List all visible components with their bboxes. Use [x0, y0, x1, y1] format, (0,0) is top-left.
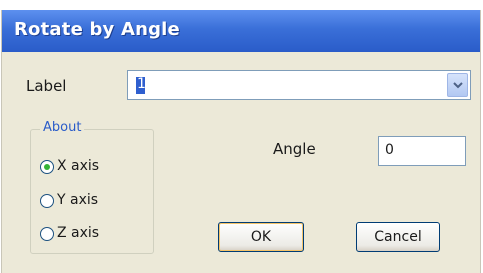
chevron-down-icon — [453, 82, 463, 89]
about-groupbox-legend: About — [40, 120, 85, 135]
radio-label-y-axis: Y axis — [57, 192, 99, 208]
label-field-label: Label — [26, 77, 67, 95]
radio-button[interactable] — [40, 227, 54, 241]
combobox-dropdown-button[interactable] — [447, 73, 468, 97]
angle-input[interactable]: 0 — [378, 136, 466, 166]
cancel-button[interactable]: Cancel — [356, 222, 440, 252]
angle-input-value: 0 — [385, 142, 394, 158]
radio-label-x-axis: X axis — [57, 158, 100, 174]
radio-button[interactable] — [40, 194, 54, 208]
radio-button[interactable] — [40, 160, 54, 174]
angle-field-label: Angle — [273, 140, 316, 158]
radio-label-z-axis: Z axis — [57, 225, 100, 241]
label-selected-text-highlight: 1 — [136, 76, 146, 94]
ok-button[interactable]: OK — [218, 222, 304, 252]
label-combobox-value: 1 — [137, 76, 146, 92]
title-bar[interactable]: Rotate by Angle — [2, 10, 480, 52]
radio-selected-dot — [44, 164, 50, 170]
dialog-title: Rotate by Angle — [14, 19, 180, 40]
label-combobox[interactable]: 1 — [127, 70, 471, 100]
